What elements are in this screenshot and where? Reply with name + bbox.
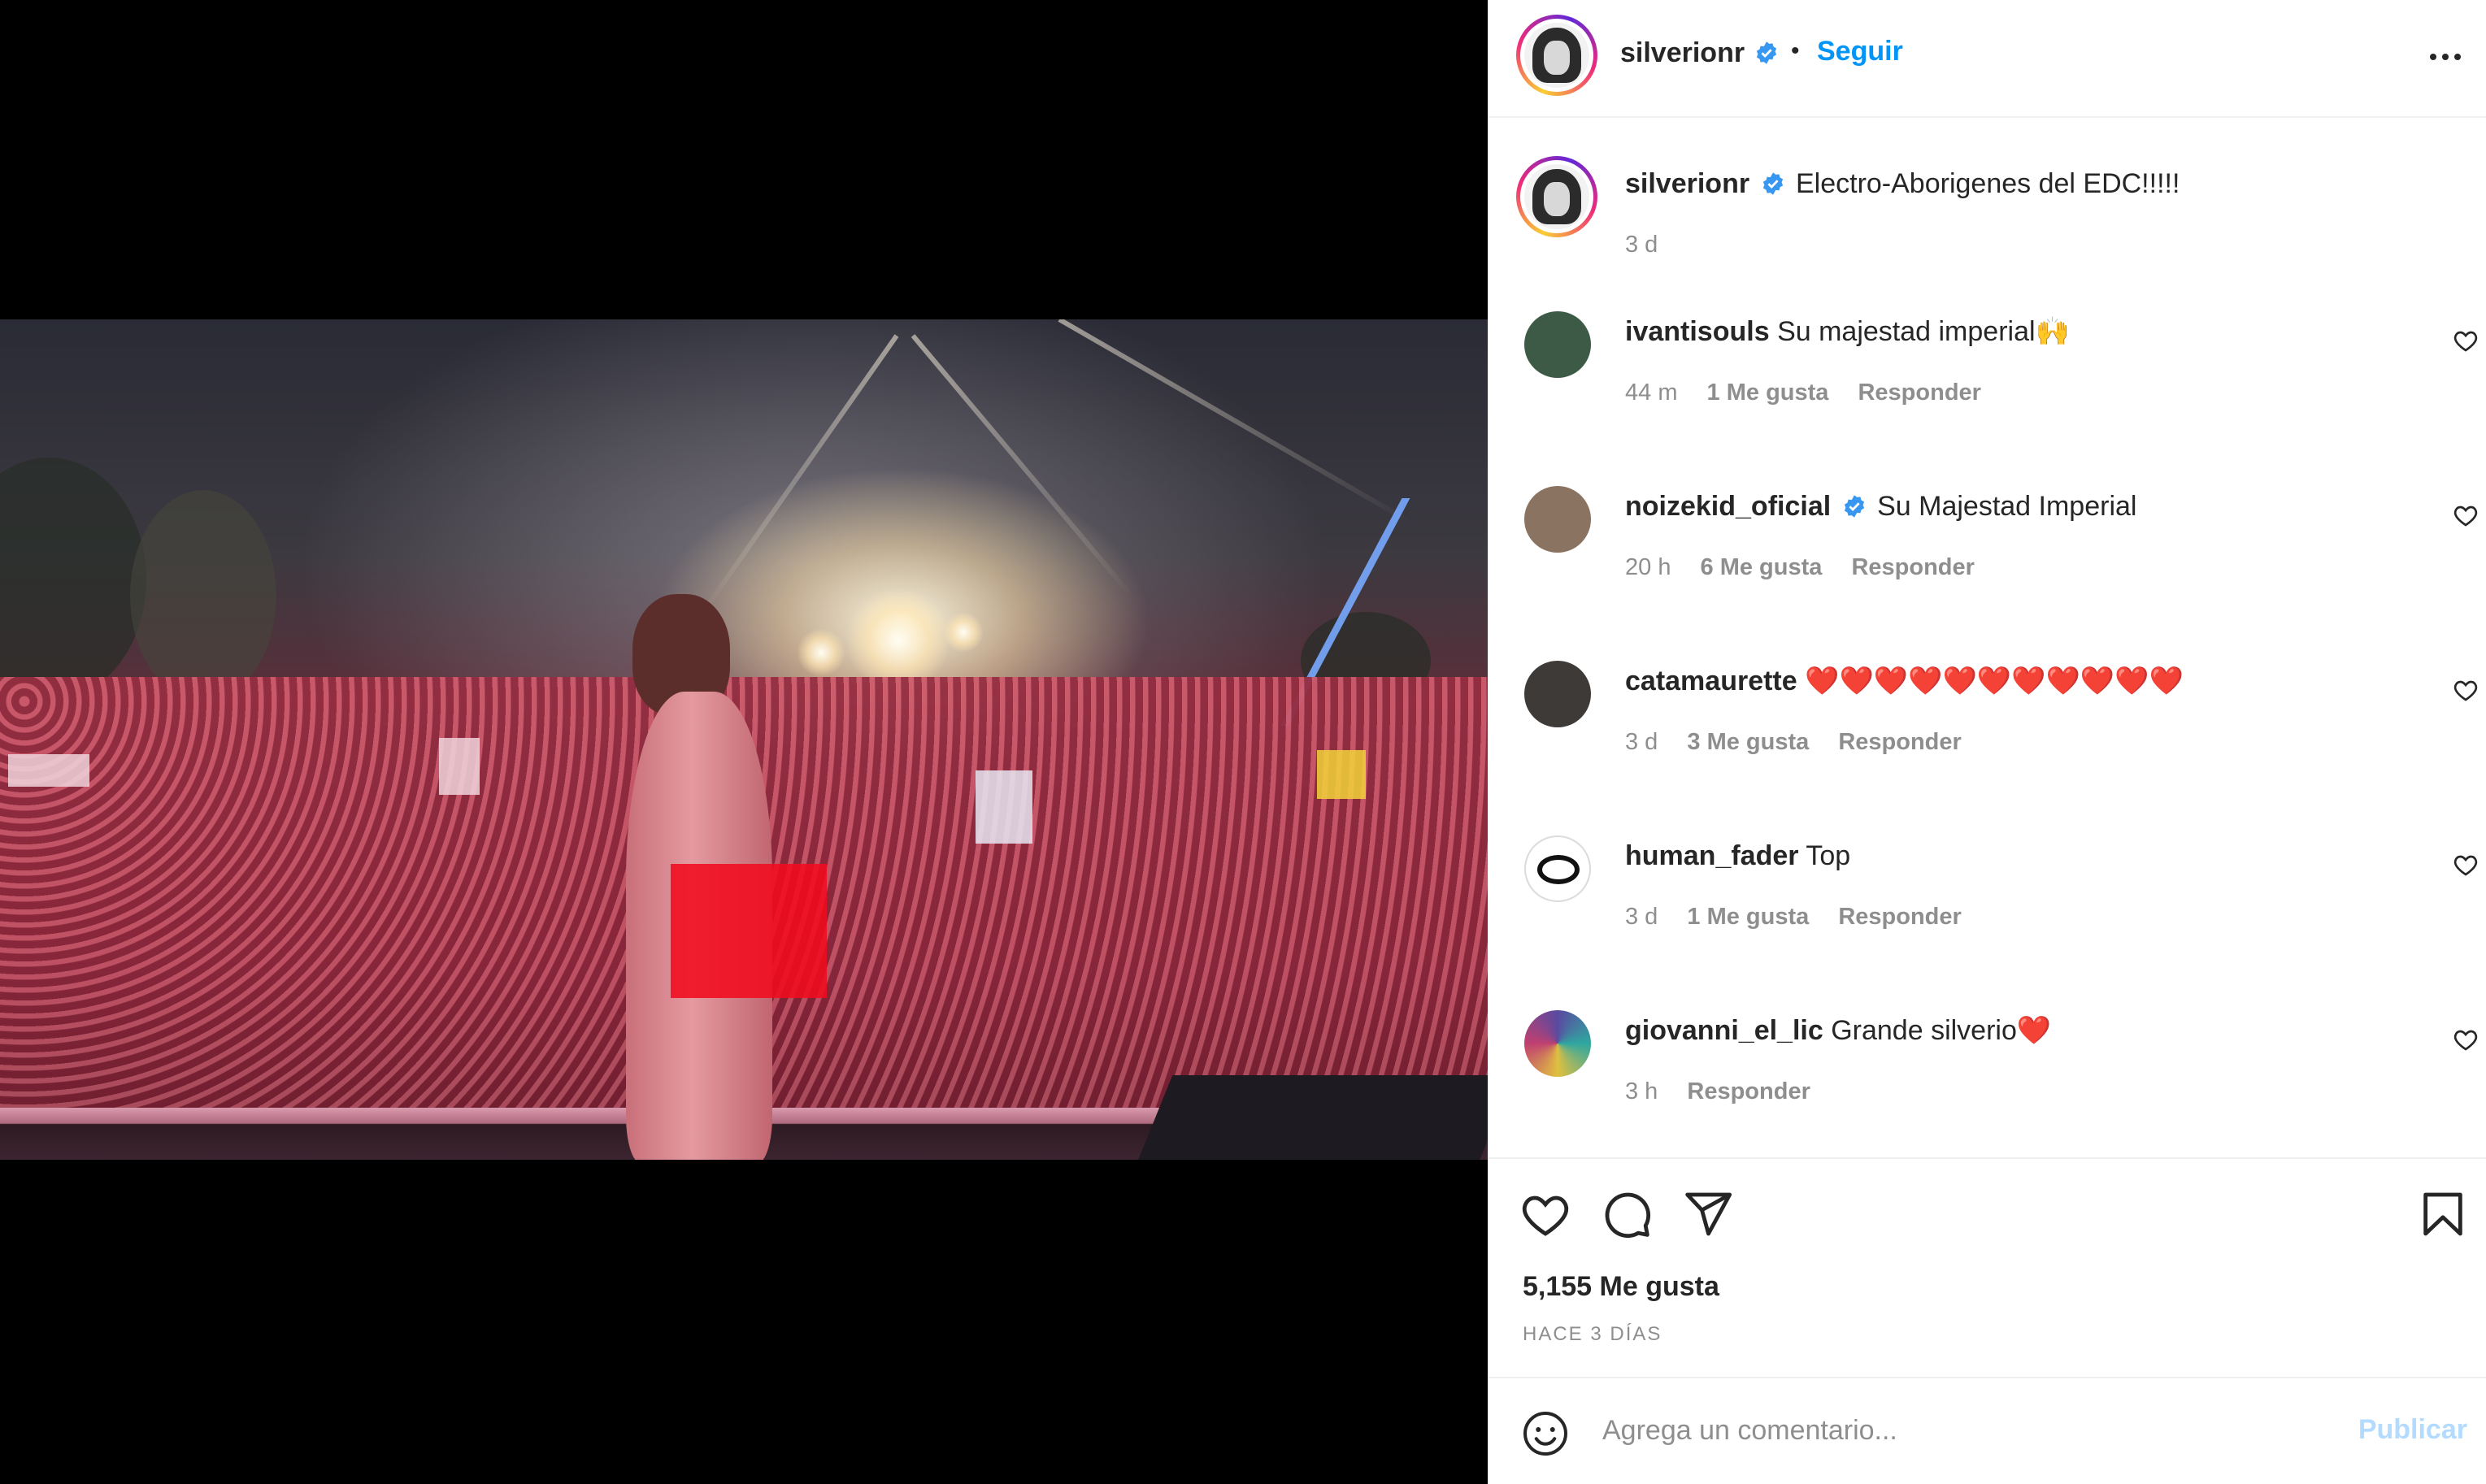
tree [130,490,276,701]
comment-avatar[interactable] [1524,486,1591,553]
caption-time[interactable]: 3 d [1625,232,1658,258]
caption-username[interactable]: silverionr [1625,168,1749,199]
post-media[interactable] [0,0,1488,1484]
comment-username[interactable]: giovanni_el_lic [1625,1015,1823,1046]
emoji-icon[interactable] [1521,1409,1570,1458]
caption-meta: 3 d [1625,232,1680,258]
comment-text: ivantisouls Su majestad imperial🙌 [1625,313,2070,350]
reply-button[interactable]: Responder [1851,554,1974,580]
comment-text: catamaurette ❤️❤️❤️❤️❤️❤️❤️❤️❤️❤️❤️ [1625,662,2184,700]
comment-avatar[interactable] [1524,661,1591,727]
comment-username[interactable]: human_fader [1625,840,1799,871]
comment-time[interactable]: 20 h [1625,554,1671,580]
post-header: silverionr • Seguir [1489,0,2486,118]
light-beam [698,334,899,617]
post-side-panel: silverionr • Seguir silverionr Electro-A… [1488,0,2486,1484]
author-username[interactable]: silverionr [1620,37,1745,69]
censor-box [671,864,827,998]
stage-light [797,628,845,677]
comment-body: Top [1806,840,1851,871]
comment-icon[interactable] [1601,1188,1653,1240]
light-beam [911,334,1135,599]
comment-avatar[interactable] [1524,311,1591,378]
heart-icon[interactable] [2453,677,2479,703]
share-icon[interactable] [1682,1188,1734,1240]
reply-button[interactable]: Responder [1687,1078,1810,1104]
verified-badge-icon [1762,172,1783,195]
heart-icon[interactable] [2453,852,2479,878]
crowd-sign [976,770,1032,844]
author-avatar[interactable] [1516,15,1597,96]
stage-light [943,612,984,653]
comment-likes[interactable]: 6 Me gusta [1701,554,1823,580]
heart-icon[interactable] [2453,328,2479,354]
comment-avatar[interactable] [1524,1010,1591,1077]
caption-avatar[interactable] [1516,156,1597,237]
comment-composer: Publicar [1489,1377,2486,1484]
comment-avatar[interactable] [1524,835,1591,902]
comment-body: ❤️❤️❤️❤️❤️❤️❤️❤️❤️❤️❤️ [1805,666,2184,696]
comment-time[interactable]: 3 d [1625,729,1658,755]
comment-meta: 3 d 3 Me gusta Responder [1625,729,1984,756]
crowd-sign [1317,750,1366,799]
comment-body: Su majestad imperial🙌 [1777,316,2070,347]
heart-icon[interactable] [2453,1026,2479,1052]
crowd-sign [439,738,480,795]
heart-icon[interactable] [1519,1188,1571,1240]
comment-time[interactable]: 44 m [1625,380,1677,406]
follow-button[interactable]: Seguir [1817,36,1903,67]
header-separator: • [1791,37,1800,64]
more-options-icon[interactable] [2425,41,2466,73]
comment-meta: 44 m 1 Me gusta Responder [1625,380,2004,406]
light-beam [1058,319,1413,525]
caption-text: silverionr Electro-Aborigenes del EDC!!!… [1625,165,2180,202]
comment-text: noizekid_oficial Su Majestad Imperial [1625,488,2136,525]
comment-username[interactable]: ivantisouls [1625,316,1770,347]
verified-badge-icon [1756,41,1777,64]
comment-time[interactable]: 3 h [1625,1078,1658,1104]
comment-time[interactable]: 3 d [1625,904,1658,930]
comments-list[interactable]: silverionr Electro-Aborigenes del EDC!!!… [1489,119,2486,1156]
comment-body: Su Majestad Imperial [1877,491,2137,522]
comment-body: Grande silverio❤️ [1831,1015,2052,1046]
crowd-sign [8,754,89,787]
post-date[interactable]: HACE 3 DÍAS [1523,1323,1662,1346]
comment-meta: 20 h 6 Me gusta Responder [1625,554,1997,581]
publish-button[interactable]: Publicar [2358,1414,2467,1446]
post-photo [0,319,1488,1160]
reply-button[interactable]: Responder [1838,729,1961,755]
likes-count[interactable]: 5,155 Me gusta [1523,1271,1719,1303]
comment-input[interactable] [1602,1406,2318,1455]
comment-username[interactable]: catamaurette [1625,666,1797,696]
caption-body: Electro-Aborigenes del EDC!!!!! [1795,168,2180,199]
comment-text: giovanni_el_lic Grande silverio❤️ [1625,1012,2051,1049]
comment-text: human_fader Top [1625,837,1850,874]
verified-badge-icon [1844,495,1864,518]
tree [0,458,146,701]
heart-icon[interactable] [2453,502,2479,528]
comment-username[interactable]: noizekid_oficial [1625,491,1831,522]
post-actions: 5,155 Me gusta HACE 3 DÍAS [1489,1157,2486,1373]
comment-meta: 3 d 1 Me gusta Responder [1625,904,1984,931]
reply-button[interactable]: Responder [1838,904,1961,930]
comment-likes[interactable]: 1 Me gusta [1687,904,1809,930]
comment-meta: 3 h Responder [1625,1078,1833,1105]
comment-likes[interactable]: 3 Me gusta [1687,729,1809,755]
reply-button[interactable]: Responder [1858,380,1980,406]
comment-likes[interactable]: 1 Me gusta [1707,380,1829,406]
stage-speaker [1136,1075,1488,1160]
bookmark-icon[interactable] [2417,1188,2469,1240]
